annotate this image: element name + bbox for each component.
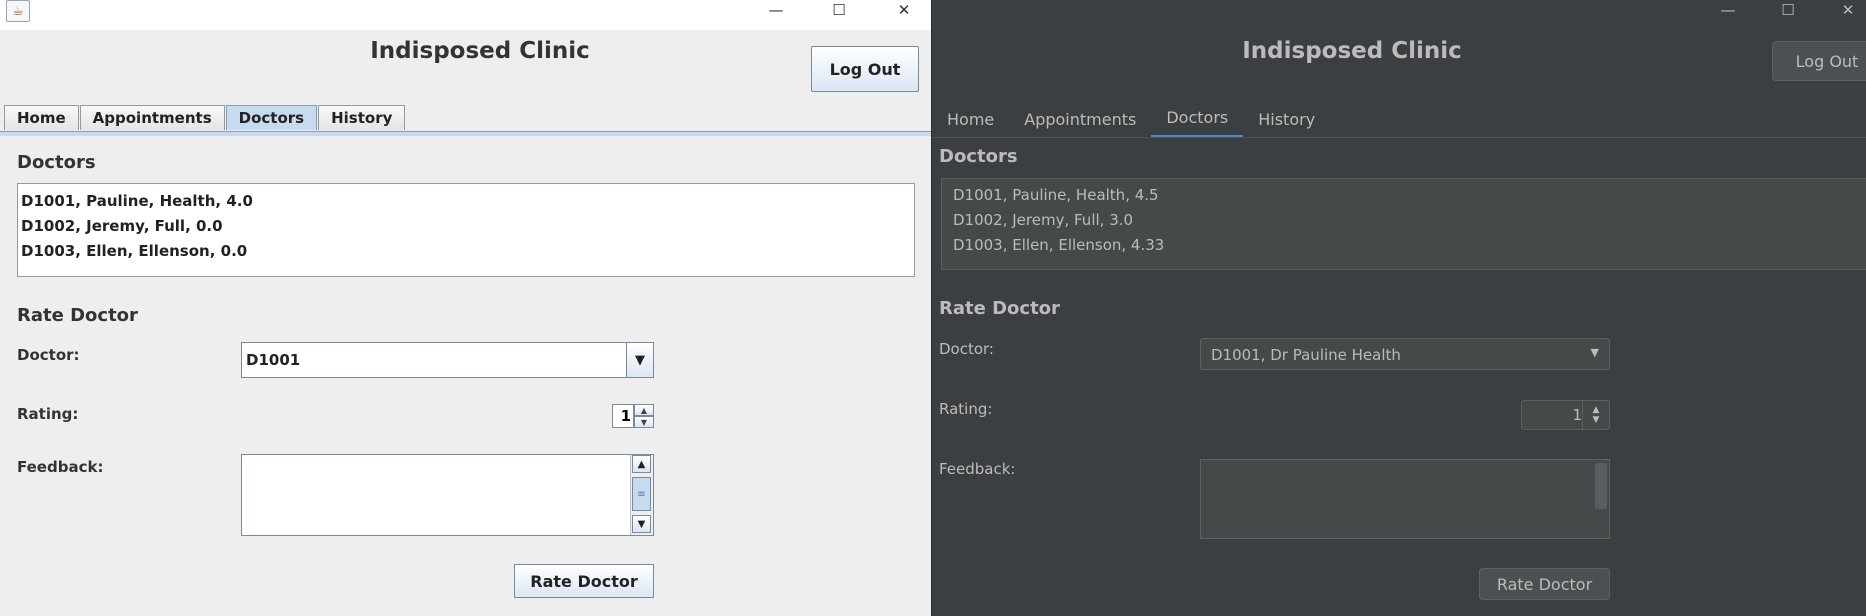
list-item[interactable]: D1003, Ellen, Ellenson, 4.33 bbox=[953, 233, 1864, 258]
doctors-heading: Doctors bbox=[939, 146, 1018, 167]
rating-label: Rating: bbox=[939, 400, 993, 418]
tab-appointments[interactable]: Appointments bbox=[1009, 100, 1151, 138]
tab-appointments[interactable]: Appointments bbox=[79, 105, 225, 130]
tab-content-border bbox=[0, 131, 932, 136]
scroll-down-icon[interactable]: ▼ bbox=[632, 515, 651, 533]
rate-doctor-button[interactable]: Rate Doctor bbox=[514, 564, 654, 598]
minimize-button[interactable]: — bbox=[756, 0, 796, 20]
feedback-scrollbar[interactable]: ▲ ≡ ▼ bbox=[630, 455, 653, 535]
rate-doctor-heading: Rate Doctor bbox=[17, 305, 138, 326]
rating-spinner-value[interactable]: 1 bbox=[612, 404, 634, 428]
tab-home[interactable]: Home bbox=[4, 105, 79, 130]
doctor-select-value: D1001 bbox=[246, 351, 301, 369]
maximize-button[interactable]: ☐ bbox=[1768, 0, 1808, 20]
list-item[interactable]: D1002, Jeremy, Full, 3.0 bbox=[953, 208, 1864, 233]
doctor-select[interactable]: D1001 ▼ bbox=[241, 342, 654, 378]
dark-app-window: — ☐ ✕ Indisposed Clinic Log Out Home App… bbox=[932, 0, 1866, 616]
list-item[interactable]: D1001, Pauline, Health, 4.5 bbox=[953, 183, 1864, 208]
doctors-list[interactable]: D1001, Pauline, Health, 4.5 D1002, Jerem… bbox=[941, 178, 1866, 270]
scroll-thumb[interactable]: ≡ bbox=[632, 477, 651, 511]
metal-app-window: ☕ — ☐ ✕ Indisposed Clinic Log Out Home A… bbox=[0, 0, 932, 616]
close-button[interactable]: ✕ bbox=[1828, 0, 1866, 20]
page-title: Indisposed Clinic bbox=[370, 38, 590, 64]
spinner-arrows-icon[interactable]: ▲ ▼ bbox=[1582, 401, 1609, 429]
scroll-up-icon[interactable]: ▲ bbox=[632, 455, 651, 473]
feedback-label: Feedback: bbox=[939, 460, 1016, 478]
tab-home[interactable]: Home bbox=[932, 100, 1009, 138]
doctor-label: Doctor: bbox=[17, 346, 80, 364]
tab-history[interactable]: History bbox=[318, 105, 406, 130]
doctors-list[interactable]: D1001, Pauline, Health, 4.0 D1002, Jerem… bbox=[17, 183, 915, 277]
feedback-textarea[interactable] bbox=[1200, 459, 1610, 539]
tab-history[interactable]: History bbox=[1243, 100, 1330, 138]
list-item[interactable]: D1003, Ellen, Ellenson, 0.0 bbox=[21, 239, 911, 264]
title-bar: ☕ — ☐ ✕ bbox=[0, 0, 932, 30]
list-item[interactable]: D1002, Jeremy, Full, 0.0 bbox=[21, 214, 911, 239]
chevron-down-icon[interactable]: ▼ bbox=[626, 343, 653, 377]
rating-label: Rating: bbox=[17, 405, 79, 423]
feedback-textarea[interactable]: ▲ ≡ ▼ bbox=[241, 454, 654, 536]
page-title: Indisposed Clinic bbox=[1242, 38, 1462, 64]
tab-doctors[interactable]: Doctors bbox=[1151, 100, 1244, 138]
maximize-button[interactable]: ☐ bbox=[819, 0, 859, 20]
rating-spinner[interactable]: 1 ▲ ▼ bbox=[612, 404, 654, 428]
list-item[interactable]: D1001, Pauline, Health, 4.0 bbox=[21, 189, 911, 214]
tab-bar: Home Appointments Doctors History bbox=[932, 100, 1330, 138]
spinner-down-icon[interactable]: ▼ bbox=[634, 416, 654, 428]
java-cup-icon: ☕ bbox=[6, 0, 30, 22]
rate-doctor-heading: Rate Doctor bbox=[939, 298, 1060, 319]
logout-button[interactable]: Log Out bbox=[811, 46, 919, 92]
rate-doctor-button[interactable]: Rate Doctor bbox=[1479, 568, 1610, 600]
chevron-down-icon[interactable]: ▼ bbox=[1591, 346, 1599, 359]
doctor-select-value: D1001, Dr Pauline Health bbox=[1211, 346, 1401, 364]
logout-button[interactable]: Log Out bbox=[1772, 41, 1866, 81]
spinner-up-icon[interactable]: ▲ bbox=[634, 404, 654, 416]
tab-doctors[interactable]: Doctors bbox=[225, 105, 318, 130]
close-button[interactable]: ✕ bbox=[884, 0, 924, 20]
rating-spinner-value[interactable]: 1 bbox=[1522, 401, 1582, 429]
doctor-select[interactable]: D1001, Dr Pauline Health ▼ bbox=[1200, 338, 1610, 370]
tab-content-border bbox=[932, 137, 1866, 138]
doctor-label: Doctor: bbox=[939, 340, 994, 358]
tab-bar: Home Appointments Doctors History bbox=[4, 105, 406, 131]
scroll-thumb[interactable] bbox=[1595, 463, 1607, 509]
doctors-heading: Doctors bbox=[17, 152, 96, 173]
minimize-button[interactable]: — bbox=[1708, 0, 1748, 20]
feedback-label: Feedback: bbox=[17, 458, 104, 476]
rating-spinner[interactable]: 1 ▲ ▼ bbox=[1521, 400, 1610, 430]
